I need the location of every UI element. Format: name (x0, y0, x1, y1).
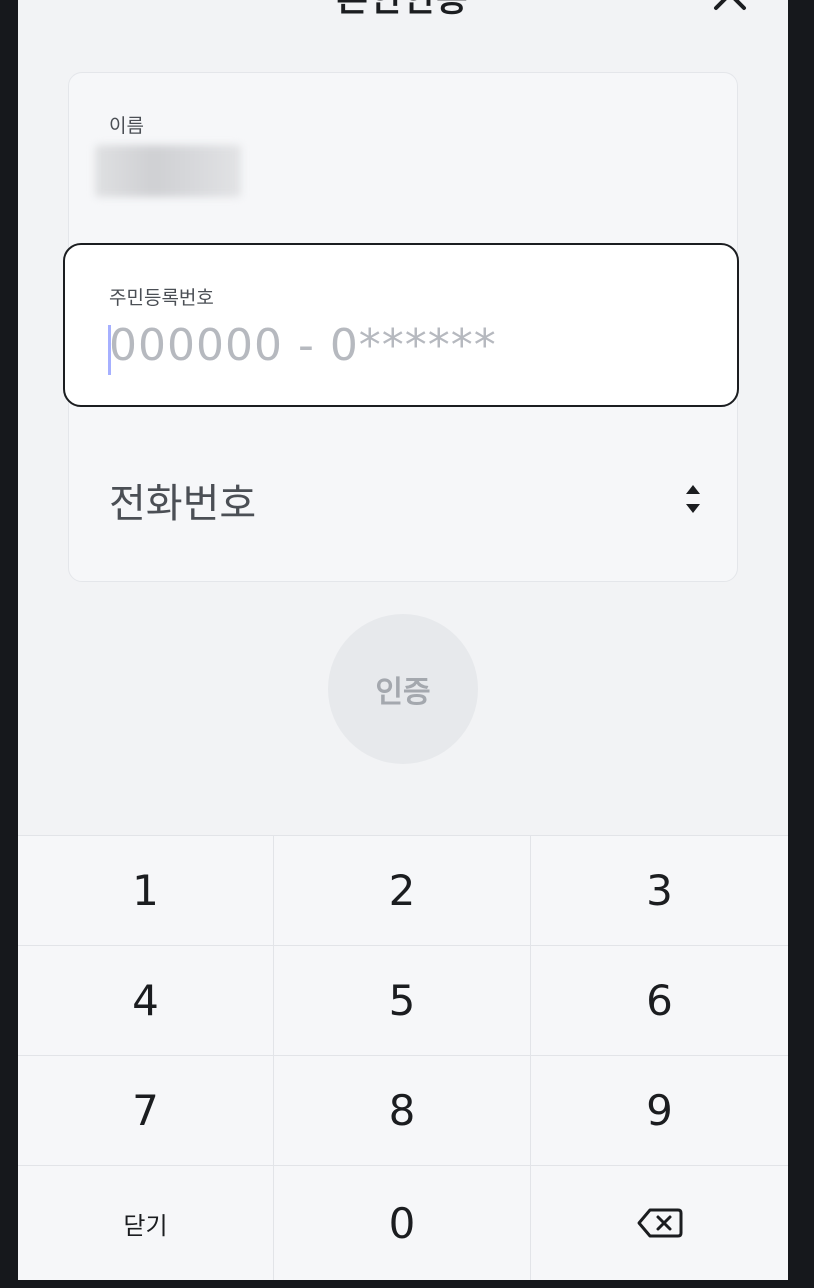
keypad-close-button[interactable]: 닫기 (18, 1166, 274, 1280)
close-icon[interactable] (710, 0, 750, 12)
verify-button[interactable]: 인증 (328, 614, 478, 764)
key-7[interactable]: 7 (18, 1056, 274, 1166)
rrn-input[interactable]: 주민등록번호 000000 - 0****** (63, 243, 739, 407)
key-4[interactable]: 4 (18, 946, 274, 1056)
number-keypad: 1 2 3 4 5 6 7 8 9 닫기 0 (18, 835, 788, 1280)
backspace-icon (637, 1208, 682, 1238)
key-9[interactable]: 9 (531, 1056, 788, 1166)
rrn-label: 주민등록번호 (109, 287, 214, 309)
name-label: 이름 (109, 115, 144, 137)
rrn-placeholder: 000000 - 0****** (109, 320, 497, 371)
phone-carrier-select[interactable]: 전화번호 (109, 471, 256, 529)
page-title: 본인인증 (336, 0, 470, 20)
key-5[interactable]: 5 (274, 946, 531, 1056)
key-2[interactable]: 2 (274, 836, 531, 946)
name-value-redacted (95, 145, 241, 197)
key-8[interactable]: 8 (274, 1056, 531, 1166)
key-6[interactable]: 6 (531, 946, 788, 1056)
key-0[interactable]: 0 (274, 1166, 531, 1280)
key-1[interactable]: 1 (18, 836, 274, 946)
auth-screen: 본인인증 이름 전화번호 주민등록번호 000000 - 0****** 인증 … (18, 0, 788, 1280)
backspace-key[interactable] (531, 1166, 788, 1280)
key-3[interactable]: 3 (531, 836, 788, 946)
sort-arrows-icon[interactable] (683, 481, 703, 517)
